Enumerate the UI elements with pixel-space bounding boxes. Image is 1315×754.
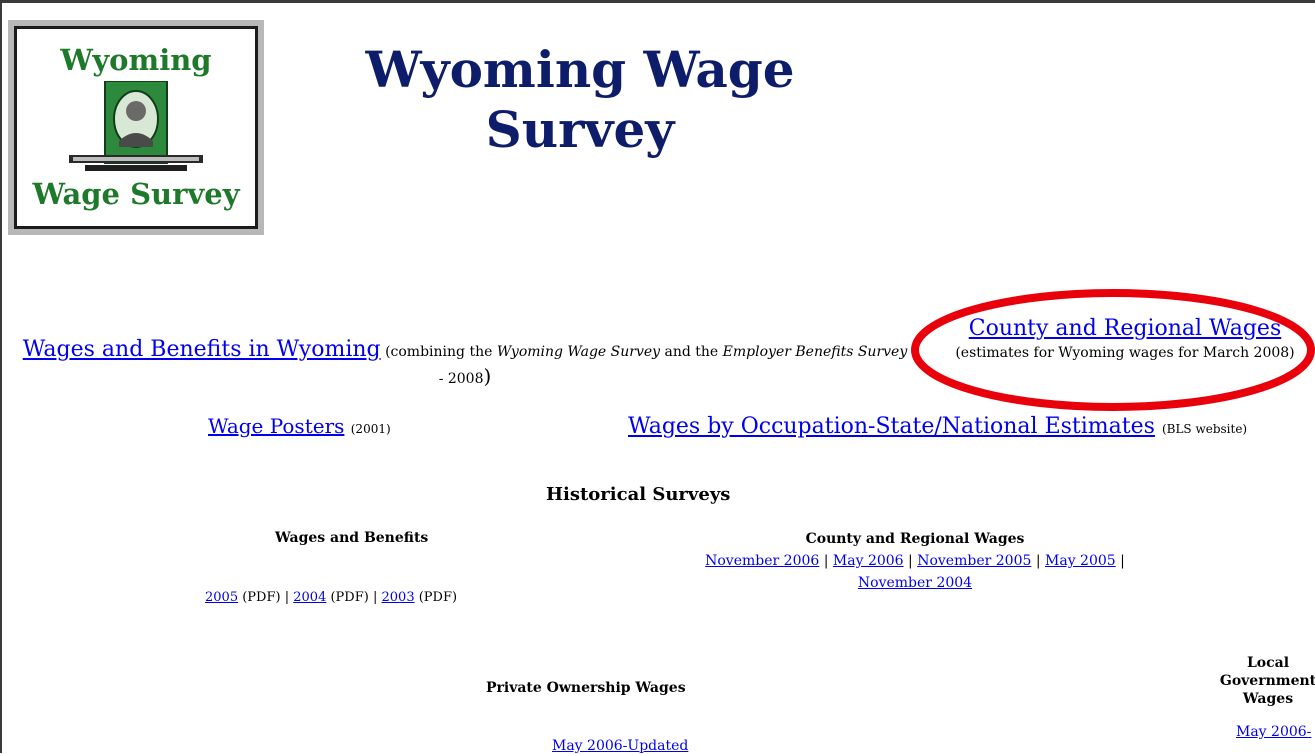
local-heading-line2: Government bbox=[1219, 673, 1315, 689]
hist-2003-link[interactable]: 2003 bbox=[382, 590, 415, 605]
private-ownership-heading: Private Ownership Wages bbox=[486, 680, 686, 696]
occupation-note: (BLS website) bbox=[1161, 422, 1248, 436]
hist-2005-format: (PDF) bbox=[242, 590, 281, 605]
separator: | bbox=[372, 590, 378, 605]
hist-2005-link[interactable]: 2005 bbox=[205, 590, 238, 605]
wage-posters-section: Wage Posters (2001) bbox=[208, 414, 391, 438]
county-regional-section: County and Regional Wages (estimates for… bbox=[935, 318, 1315, 364]
page-title: Wyoming Wage Survey bbox=[365, 40, 795, 159]
wyoming-wage-survey-italic: Wyoming Wage Survey bbox=[496, 344, 661, 360]
wages-benefits-desc-close: ) bbox=[483, 364, 492, 388]
employer-benefits-survey-italic: Employer Benefits Survey bbox=[722, 344, 908, 360]
county-regional-desc: (estimates for Wyoming wages for March 2… bbox=[955, 345, 1295, 361]
hist-county-regional-heading: County and Regional Wages bbox=[805, 531, 1025, 547]
hist-wages-benefits-heading: Wages and Benefits bbox=[275, 530, 429, 546]
local-government-link-wrap: May 2006- bbox=[1236, 722, 1311, 742]
logo-frame: Wyoming Wage Survey bbox=[14, 26, 258, 229]
separator: | bbox=[823, 553, 829, 569]
hist-2003-format: (PDF) bbox=[418, 590, 458, 605]
separator: | bbox=[1035, 553, 1041, 569]
local-may-2006-link[interactable]: May 2006- bbox=[1236, 724, 1311, 740]
hist-may-2006-link[interactable]: May 2006 bbox=[833, 553, 904, 569]
logo-top-text: Wyoming bbox=[60, 43, 212, 77]
wages-benefits-desc-suffix: - 2008 bbox=[438, 371, 484, 387]
hist-2004-link[interactable]: 2004 bbox=[293, 590, 326, 605]
wages-benefits-desc-mid: and the bbox=[664, 344, 719, 360]
local-government-heading: Local Government Wages bbox=[1198, 654, 1315, 708]
hist-nov-2004-link[interactable]: November 2004 bbox=[858, 575, 972, 591]
county-regional-wages-link[interactable]: County and Regional Wages bbox=[969, 316, 1282, 341]
wages-by-occupation-link[interactable]: Wages by Occupation-State/National Estim… bbox=[628, 414, 1155, 439]
hist-nov-2005-link[interactable]: November 2005 bbox=[917, 553, 1031, 569]
logo-bottom-text: Wage Survey bbox=[32, 177, 240, 211]
top-border bbox=[0, 0, 1315, 3]
left-border bbox=[0, 0, 2, 753]
wages-benefits-link[interactable]: Wages and Benefits in Wyoming bbox=[23, 337, 381, 362]
hist-nov-2006-link[interactable]: November 2006 bbox=[705, 553, 819, 569]
wage-posters-link[interactable]: Wage Posters bbox=[208, 414, 344, 438]
dollar-bill-icon bbox=[69, 81, 203, 171]
hist-wages-benefits-links: 2005 (PDF) | 2004 (PDF) | 2003 (PDF) bbox=[205, 590, 457, 605]
separator: | bbox=[1120, 553, 1125, 569]
wage-posters-note: (2001) bbox=[350, 422, 391, 436]
local-heading-line3: Wages bbox=[1242, 691, 1294, 707]
private-may-2006-updated-link[interactable]: May 2006-Updated bbox=[552, 738, 688, 754]
wages-benefits-desc-prefix: (combining the bbox=[385, 344, 493, 360]
historical-surveys-heading: Historical Surveys bbox=[546, 484, 731, 505]
hist-may-2005-link[interactable]: May 2005 bbox=[1045, 553, 1116, 569]
wyoming-wage-survey-logo: Wyoming Wage Survey bbox=[8, 20, 264, 235]
hist-county-regional-section: County and Regional Wages November 2006 … bbox=[630, 528, 1200, 594]
separator: | bbox=[284, 590, 290, 605]
wages-benefits-section: Wages and Benefits in Wyoming (combining… bbox=[20, 338, 910, 391]
separator: | bbox=[908, 553, 913, 569]
local-heading-line1: Local bbox=[1246, 655, 1290, 671]
occupation-section: Wages by Occupation-State/National Estim… bbox=[628, 414, 1247, 439]
hist-2004-format: (PDF) bbox=[330, 590, 369, 605]
